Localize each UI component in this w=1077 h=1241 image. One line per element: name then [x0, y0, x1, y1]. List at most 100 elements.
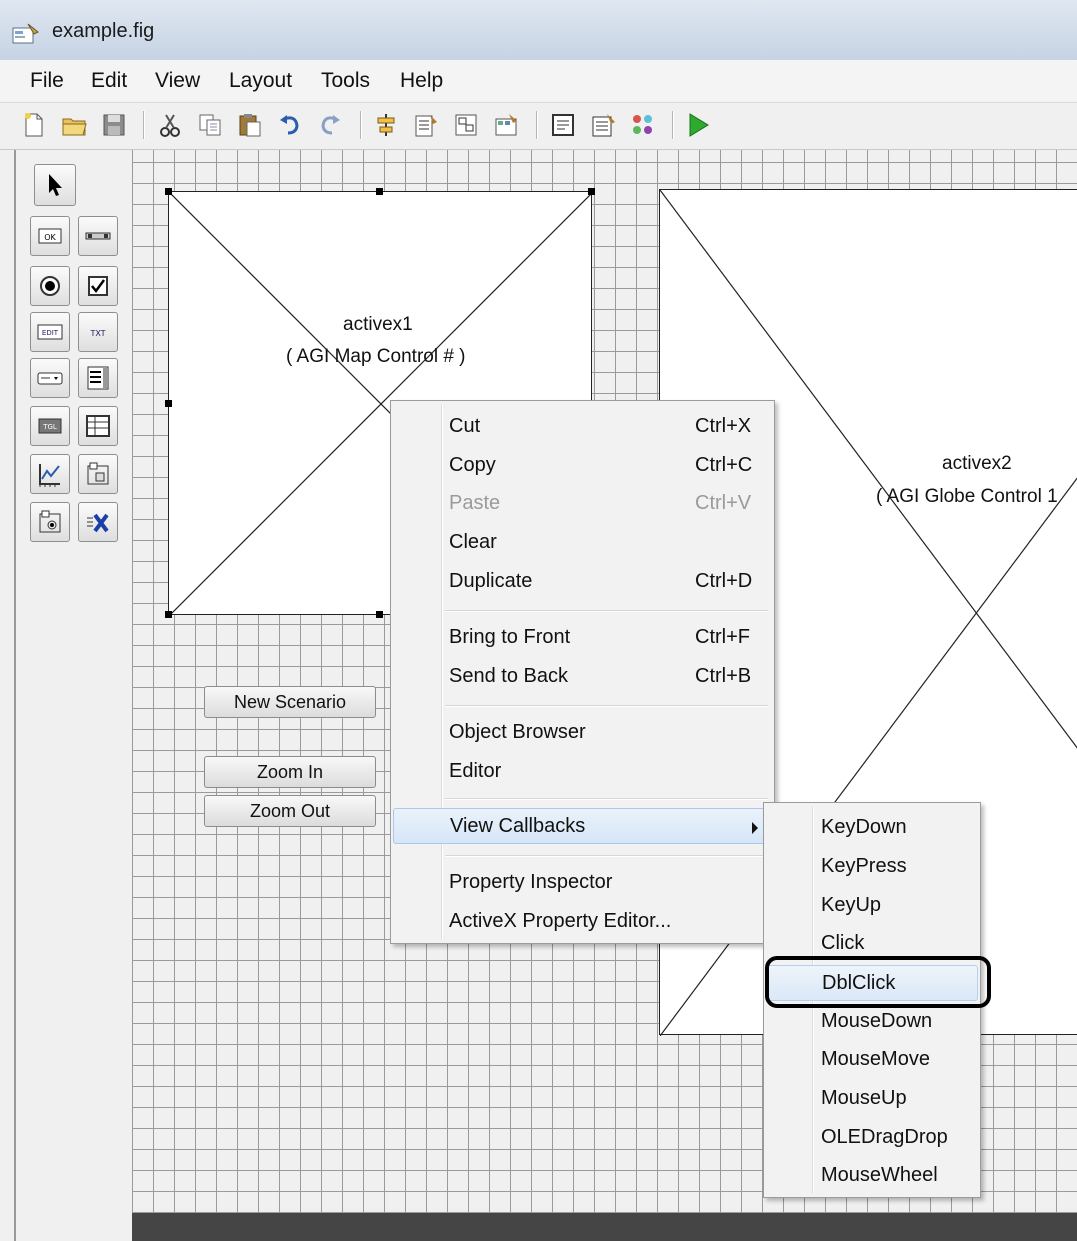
undo-icon[interactable] — [276, 111, 304, 139]
static-text-tool-label: TXT — [89, 329, 105, 338]
toggle-button-tool[interactable]: TGL — [30, 406, 70, 446]
align-objects-icon[interactable] — [372, 111, 400, 139]
menu-item-label: Clear — [449, 531, 497, 553]
menu-item-label: ActiveX Property Editor... — [449, 910, 672, 932]
menu-edit[interactable]: Edit — [91, 69, 127, 93]
submenu-item-label: KeyPress — [821, 855, 907, 877]
toolbar — [0, 103, 1077, 150]
m-file-editor-icon[interactable] — [549, 111, 577, 139]
menu-separator — [445, 610, 768, 612]
menu-item-label: Paste — [449, 492, 501, 514]
edit-text-tool[interactable]: EDIT — [30, 312, 70, 352]
submenu-item-mousemove[interactable]: MouseMove — [766, 1042, 978, 1078]
new-scenario-button[interactable]: New Scenario — [204, 686, 376, 718]
menu-editor-icon[interactable] — [412, 111, 440, 139]
menu-item-duplicate[interactable]: Duplicate Ctrl+D — [393, 564, 772, 600]
menu-tools[interactable]: Tools — [321, 69, 370, 93]
property-inspector-icon[interactable] — [589, 111, 617, 139]
menu-item-label: Bring to Front — [449, 626, 571, 648]
submenu-item-mouseup[interactable]: MouseUp — [766, 1081, 978, 1117]
menu-help[interactable]: Help — [400, 69, 443, 93]
selection-handle[interactable] — [588, 188, 595, 195]
activex2-name-label: activex2 — [942, 453, 1012, 474]
menu-separator — [445, 855, 768, 857]
redo-icon[interactable] — [316, 111, 344, 139]
menu-item-label: Copy — [449, 454, 496, 476]
menu-item-bring-to-front[interactable]: Bring to Front Ctrl+F — [393, 620, 772, 656]
tab-order-editor-icon[interactable] — [452, 111, 480, 139]
menu-item-shortcut: Ctrl+C — [695, 454, 753, 476]
window-title: example.fig — [52, 20, 155, 42]
menu-separator — [445, 798, 768, 800]
selection-handle[interactable] — [376, 611, 383, 618]
menu-item-shortcut: Ctrl+V — [695, 492, 752, 514]
menu-item-property-inspector[interactable]: Property Inspector — [393, 865, 772, 901]
menu-item-label: Duplicate — [449, 570, 533, 592]
figure-app-icon — [12, 23, 39, 44]
copy-icon[interactable] — [196, 111, 224, 139]
menu-file[interactable]: File — [30, 69, 64, 93]
static-text-tool[interactable]: TXT — [78, 312, 118, 352]
open-folder-icon[interactable] — [60, 111, 88, 139]
selection-handle[interactable] — [165, 611, 172, 618]
submenu-item-label: MouseDown — [821, 1010, 933, 1032]
submenu-arrow-icon — [752, 822, 758, 834]
radio-button-tool[interactable] — [30, 266, 70, 306]
selection-handle[interactable] — [376, 188, 383, 195]
table-tool[interactable] — [78, 406, 118, 446]
menu-item-clear[interactable]: Clear — [393, 525, 772, 561]
submenu-item-mousewheel[interactable]: MouseWheel — [766, 1158, 978, 1194]
menu-item-view-callbacks[interactable]: View Callbacks — [393, 808, 772, 844]
submenu-item-keyup[interactable]: KeyUp — [766, 888, 978, 924]
button-group-tool[interactable] — [30, 502, 70, 542]
menu-item-shortcut: Ctrl+D — [695, 570, 753, 592]
menu-layout[interactable]: Layout — [229, 69, 292, 93]
menu-separator — [445, 705, 768, 707]
toolbar-separator — [360, 111, 362, 139]
selection-handle[interactable] — [165, 188, 172, 195]
menu-item-copy[interactable]: Copy Ctrl+C — [393, 448, 772, 484]
context-menu: Cut Ctrl+X Copy Ctrl+C Paste Ctrl+V Clear D… — [390, 400, 775, 944]
submenu-item-label: MouseMove — [821, 1048, 930, 1070]
component-palette: OK EDIT TXT TGL — [14, 150, 134, 1241]
zoom-out-button[interactable]: Zoom Out — [204, 795, 376, 827]
toolbar-editor-icon[interactable] — [492, 111, 520, 139]
toolbar-separator — [536, 111, 538, 139]
push-button-tool[interactable]: OK — [30, 216, 70, 256]
menu-item-object-browser[interactable]: Object Browser — [393, 715, 772, 751]
menu-item-activex-property-editor[interactable]: ActiveX Property Editor... — [393, 904, 772, 940]
popup-menu-tool[interactable] — [30, 358, 70, 398]
bottom-status-bar — [132, 1213, 1077, 1241]
cut-icon[interactable] — [156, 111, 184, 139]
panel-tool[interactable] — [78, 454, 118, 494]
axes-tool[interactable] — [30, 454, 70, 494]
menu-item-label: Property Inspector — [449, 871, 613, 893]
listbox-tool[interactable] — [78, 358, 118, 398]
menu-item-send-to-back[interactable]: Send to Back Ctrl+B — [393, 659, 772, 695]
zoom-in-button[interactable]: Zoom In — [204, 756, 376, 788]
menu-view[interactable]: View — [155, 69, 200, 93]
slider-tool[interactable] — [78, 216, 118, 256]
run-figure-icon[interactable] — [684, 111, 712, 139]
activex-control-tool[interactable] — [78, 502, 118, 542]
object-browser-icon[interactable] — [629, 111, 657, 139]
paste-icon[interactable] — [236, 111, 264, 139]
submenu-item-oledragdrop[interactable]: OLEDragDrop — [766, 1120, 978, 1156]
submenu-item-keydown[interactable]: KeyDown — [766, 810, 978, 846]
selection-handle[interactable] — [165, 400, 172, 407]
select-tool-icon[interactable] — [34, 164, 76, 206]
submenu-item-label: MouseUp — [821, 1087, 907, 1109]
menu-item-shortcut: Ctrl+F — [695, 626, 750, 648]
submenu-item-keypress[interactable]: KeyPress — [766, 849, 978, 885]
new-file-icon[interactable] — [20, 111, 48, 139]
checkbox-tool[interactable] — [78, 266, 118, 306]
submenu-item-label: KeyUp — [821, 894, 882, 916]
submenu-item-label: Click — [821, 932, 865, 954]
edit-text-tool-label: EDIT — [42, 329, 59, 337]
menu-item-cut[interactable]: Cut Ctrl+X — [393, 409, 772, 445]
save-icon[interactable] — [100, 111, 128, 139]
submenu-item-mousedown[interactable]: MouseDown — [766, 1004, 978, 1040]
menu-item-editor[interactable]: Editor — [393, 754, 772, 790]
menu-item-label: Object Browser — [449, 721, 586, 743]
toolbar-separator — [672, 111, 674, 139]
